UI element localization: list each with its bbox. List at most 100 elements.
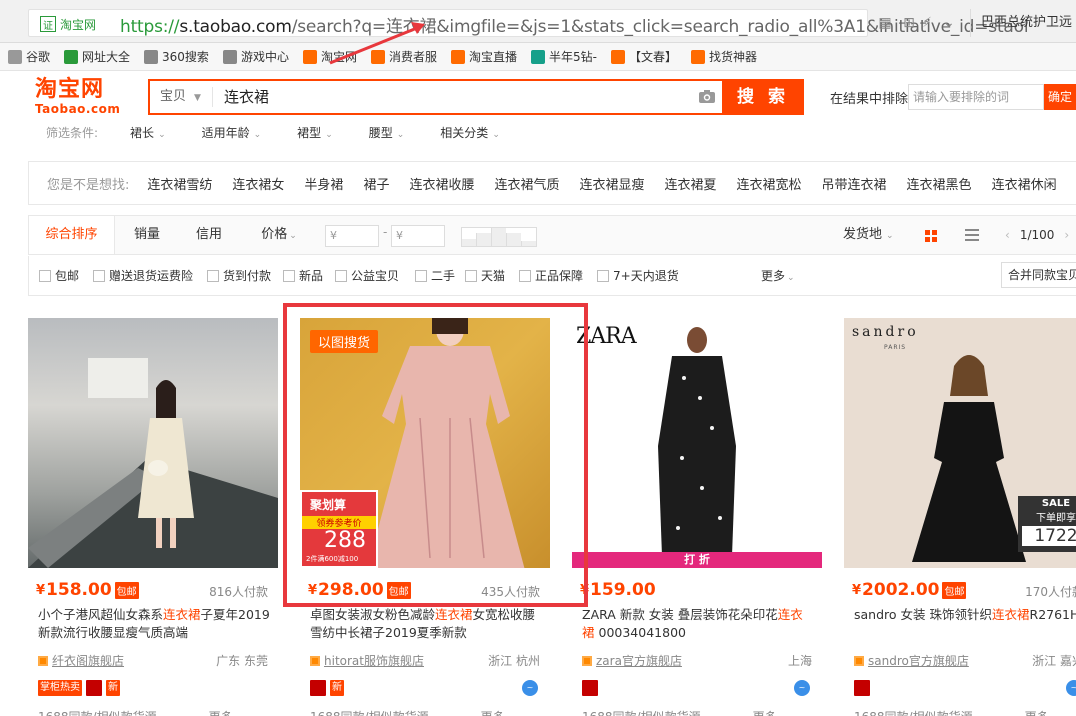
- suggest-item[interactable]: 裙子: [363, 174, 389, 193]
- shop-link[interactable]: zara官方旗舰店: [582, 652, 682, 669]
- service-checkbox[interactable]: 公益宝贝: [335, 267, 399, 284]
- shop-link[interactable]: 纤衣阁旗舰店: [38, 652, 124, 669]
- service-checkbox[interactable]: 新品: [283, 267, 323, 284]
- grid-apps-icon[interactable]: ▦: [876, 14, 894, 32]
- suggest-item[interactable]: 连衣裙黑色: [907, 174, 972, 193]
- qr-code-icon[interactable]: ⊞: [900, 14, 918, 32]
- wangwang-chat-icon[interactable]: ~: [522, 680, 538, 696]
- grid-view-icon[interactable]: [925, 230, 937, 242]
- shop-link[interactable]: sandro官方旗舰店: [854, 652, 969, 669]
- bookmark-item[interactable]: 游戏中心: [222, 48, 289, 65]
- similar-source-link[interactable]: 1688同款/相似款货源 更多: [582, 708, 777, 716]
- product-title[interactable]: ZARA 新款 女装 叠层装饰花朵印花连衣裙 00034041800: [582, 606, 814, 642]
- similar-source-link[interactable]: 1688同款/相似款货源 更多: [854, 708, 1049, 716]
- product-title[interactable]: sandro 女装 珠饰领针织连衣裙R2761H: [854, 606, 1076, 624]
- product-card[interactable]: ZARA 打 折 ¥159.00 ZARA 新款 女装 叠层装饰花朵印花连衣裙 000…: [572, 318, 822, 716]
- wangwang-chat-icon[interactable]: ~: [1066, 680, 1076, 696]
- tmall-icon[interactable]: 天猫: [86, 680, 102, 696]
- bookmark-item[interactable]: 360搜索: [144, 48, 209, 65]
- price-min-input[interactable]: ¥: [325, 225, 379, 247]
- bookmark-item[interactable]: 【文春】: [610, 48, 677, 65]
- service-checkbox[interactable]: 正品保障: [519, 267, 583, 284]
- filter-item[interactable]: 腰型 ⌄: [369, 124, 405, 141]
- product-image[interactable]: sandro PARIS SALE 下单即享 1722: [844, 318, 1076, 568]
- search-scope-select[interactable]: 宝贝 ▼: [160, 81, 201, 113]
- site-cert-indicator[interactable]: 证 淘宝网: [40, 14, 116, 34]
- suggest-item[interactable]: 连衣裙显瘦: [579, 174, 644, 193]
- suggest-item[interactable]: 半身裙: [304, 174, 343, 193]
- suggest-item[interactable]: 吊带连衣裙: [822, 174, 887, 193]
- exclude-input[interactable]: 请输入要排除的词: [908, 84, 1044, 110]
- product-title[interactable]: 卓图女装淑女粉色减龄连衣裙女宽松收腰雪纺中长裙子2019夏季新款: [310, 606, 542, 642]
- title-text: 小个子港风超仙女森系: [38, 607, 164, 622]
- checkbox-label: 正品保障: [535, 269, 584, 283]
- badge[interactable]: 新: [106, 680, 120, 696]
- filter-item[interactable]: 相关分类 ⌄: [440, 124, 500, 141]
- filter-item[interactable]: 适用年龄 ⌄: [202, 124, 262, 141]
- taobao-logo[interactable]: 淘宝网 Taobao.com: [35, 78, 125, 117]
- price-max-input[interactable]: ¥: [391, 225, 445, 247]
- badge[interactable]: 掌柜热卖: [38, 680, 82, 696]
- suggest-item[interactable]: 连衣裙雪纺: [147, 174, 212, 193]
- filter-item-label: 相关分类: [440, 125, 489, 140]
- product-card[interactable]: sandro PARIS SALE 下单即享 1722 ¥2002.00包邮 170人付款 s…: [844, 318, 1076, 716]
- exclude-confirm-button[interactable]: 确定: [1044, 84, 1076, 110]
- prev-page-icon[interactable]: ‹: [1005, 228, 1010, 242]
- similar-source-link[interactable]: 1688同款/相似款货源 更多: [38, 708, 233, 716]
- suggest-item[interactable]: 连衣裙休闲: [992, 174, 1057, 193]
- suggest-item[interactable]: 连衣裙宽松: [737, 174, 802, 193]
- product-card[interactable]: ¥158.00 包邮 816人付款 小个子港风超仙女森系连衣裙子夏年2019新款流行收…: [28, 318, 278, 716]
- list-view-icon[interactable]: [965, 229, 979, 241]
- merge-same-items-checkbox[interactable]: 合并同款宝贝: [1001, 262, 1076, 288]
- product-image[interactable]: ZARA 打 折: [572, 318, 822, 568]
- sort-default[interactable]: 综合排序: [29, 216, 115, 254]
- shop-location: 浙江 嘉兴: [1032, 654, 1076, 668]
- tmall-icon[interactable]: 天猫: [310, 680, 326, 696]
- badge[interactable]: 新: [330, 680, 344, 696]
- tab-title[interactable]: 巴西总统护卫远: [970, 9, 1076, 37]
- bookmark-item[interactable]: 淘宝直播: [450, 48, 517, 65]
- sort-price-label: 价格: [261, 227, 288, 242]
- search-input[interactable]: 连衣裙: [224, 81, 269, 113]
- wangwang-chat-icon[interactable]: ~: [794, 680, 810, 696]
- service-checkbox[interactable]: 货到付款: [207, 267, 271, 284]
- filter-item[interactable]: 裙长 ⌄: [130, 124, 166, 141]
- filter-item[interactable]: 裙型 ⌄: [297, 124, 333, 141]
- bookmark-item[interactable]: 找货神器: [690, 48, 757, 65]
- chevron-down-icon[interactable]: ⌄: [940, 14, 958, 32]
- camera-icon[interactable]: [698, 89, 716, 104]
- checkbox-box: [283, 269, 295, 282]
- product-image[interactable]: [28, 318, 278, 568]
- service-checkbox[interactable]: 天猫: [465, 267, 505, 284]
- bookmark-item[interactable]: 网址大全: [64, 48, 130, 65]
- service-checkbox[interactable]: 二手: [415, 267, 455, 284]
- suggest-item[interactable]: 连衣裙夏: [665, 174, 717, 193]
- price-range-histogram[interactable]: [461, 227, 537, 247]
- lightning-icon[interactable]: ⚡: [918, 14, 936, 32]
- service-checkbox[interactable]: 7+天内退货: [597, 267, 679, 284]
- sort-credit[interactable]: 信用: [181, 216, 237, 254]
- bookmark-label: 【文春】: [628, 50, 677, 64]
- product-title[interactable]: 小个子港风超仙女森系连衣裙子夏年2019新款流行收腰显瘦气质高端: [38, 606, 270, 642]
- sales-count: 170人付款: [1025, 585, 1076, 599]
- more-filters-button[interactable]: 更多 ⌄: [761, 267, 795, 284]
- service-checkbox[interactable]: 赠送退货运费险: [93, 267, 193, 284]
- bookmark-item[interactable]: 谷歌: [8, 48, 50, 65]
- next-page-icon[interactable]: ›: [1064, 228, 1069, 242]
- similar-source-link[interactable]: 1688同款/相似款货源 更多: [310, 708, 505, 716]
- ship-from-select[interactable]: 发货地 ⌄: [843, 216, 894, 255]
- suggest-item[interactable]: 连衣裙女: [232, 174, 284, 193]
- histogram-bar: [506, 233, 521, 246]
- suggest-item[interactable]: 连衣裙收腰: [409, 174, 474, 193]
- service-checkbox[interactable]: 包邮: [39, 267, 79, 284]
- sort-sales[interactable]: 销量: [119, 216, 175, 254]
- suggest-item[interactable]: 连衣裙气质: [494, 174, 559, 193]
- sort-price[interactable]: 价格 ⌄: [251, 216, 307, 254]
- checkbox-label: 二手: [431, 269, 456, 283]
- tmall-icon[interactable]: 天猫: [854, 680, 870, 696]
- shop-link[interactable]: hitorat服饰旗舰店: [310, 652, 424, 669]
- bookmark-item[interactable]: 半年5钻-: [531, 48, 597, 65]
- tmall-icon[interactable]: 天猫: [582, 680, 598, 696]
- dress-photo-illustration: [658, 327, 736, 556]
- search-button[interactable]: 搜 索: [722, 79, 804, 115]
